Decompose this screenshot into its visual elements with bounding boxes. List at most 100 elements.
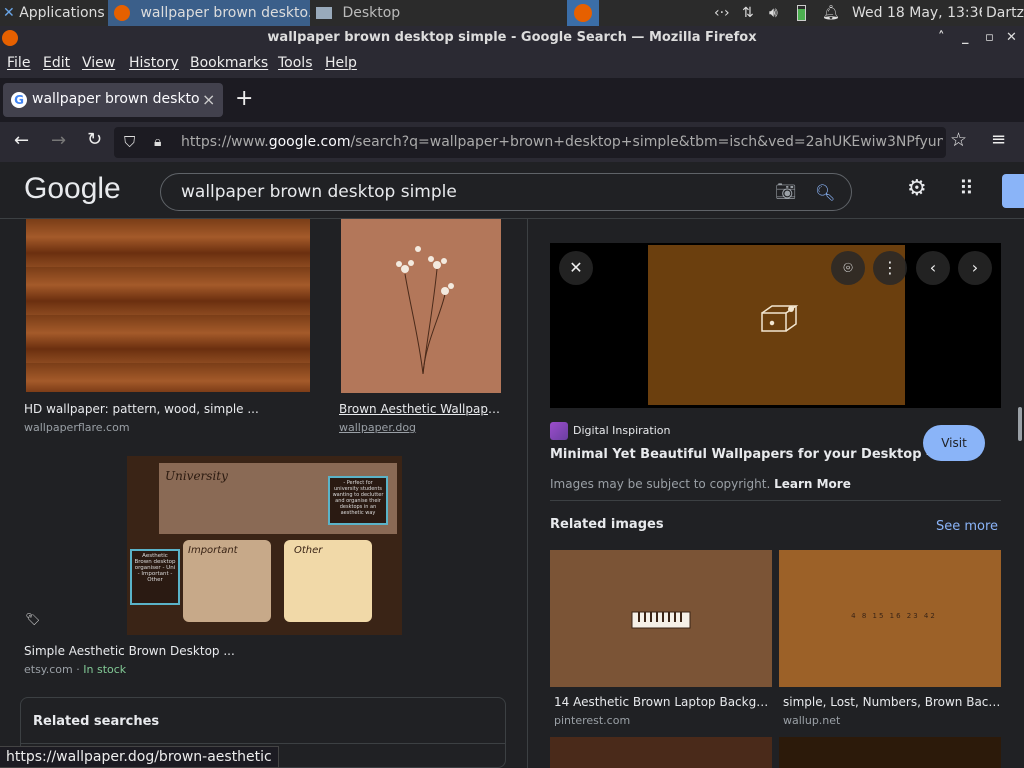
system-taskbar: ✕ Applications wallpaper brown deskto...… xyxy=(0,0,1024,26)
applications-menu[interactable]: ✕ Applications xyxy=(3,0,107,26)
volume-icon[interactable]: 🔊︎ xyxy=(769,0,789,26)
minimize-up-icon[interactable]: ˄ xyxy=(938,26,945,50)
desktop-icon xyxy=(316,7,332,19)
preview-image[interactable] xyxy=(648,245,905,405)
box-illustration xyxy=(761,305,799,332)
result-source[interactable]: wallpaper.dog xyxy=(339,421,416,434)
stock-status: In stock xyxy=(83,663,127,676)
bookmark-star-icon[interactable]: ☆ xyxy=(950,129,967,151)
menu-edit[interactable]: Edit xyxy=(43,55,70,71)
search-input[interactable]: wallpaper brown desktop simple 📷︎ 🔍︎ xyxy=(160,173,852,211)
forward-button-icon[interactable]: → xyxy=(51,130,66,151)
menu-view[interactable]: View xyxy=(82,55,115,71)
search-icon[interactable]: 🔍︎ xyxy=(815,174,835,211)
taskbar-window-firefox[interactable]: wallpaper brown deskto... xyxy=(108,0,310,26)
result-source[interactable]: etsy.com · In stock xyxy=(24,663,126,676)
note-box: - Perfect for university students wantin… xyxy=(328,476,388,525)
scrollbar-thumb[interactable] xyxy=(1018,407,1022,441)
result-caption[interactable]: Simple Aesthetic Brown Desktop ... xyxy=(24,644,284,658)
price-tag-icon: 🏷︎ xyxy=(25,612,41,626)
note-box: Aesthetic Brown desktop organiser - Uni … xyxy=(130,549,180,605)
result-image-organiser[interactable]: University - Perfect for university stud… xyxy=(127,456,402,635)
url-text[interactable]: https://www.google.com/search?q=wallpape… xyxy=(181,127,943,158)
flower-illustration xyxy=(396,246,454,375)
menu-bar: File Edit View History Bookmarks Tools H… xyxy=(0,51,1024,78)
close-icon[interactable]: ✕ xyxy=(559,251,593,285)
related-searches-title: Related searches xyxy=(33,714,160,729)
menu-tools[interactable]: Tools xyxy=(278,55,313,71)
more-options-icon[interactable]: ⋮ xyxy=(873,251,907,285)
related-source[interactable]: pinterest.com xyxy=(554,714,630,727)
result-caption[interactable]: HD wallpaper: pattern, wood, simple ... xyxy=(24,402,314,416)
result-source[interactable]: wallpaperflare.com xyxy=(24,421,130,434)
lock-icon[interactable]: 🔒︎ xyxy=(154,127,161,158)
firefox-icon xyxy=(574,4,592,22)
related-image-partial[interactable] xyxy=(550,737,772,768)
related-image-partial[interactable] xyxy=(779,737,1001,768)
see-more-link[interactable]: See more xyxy=(936,519,998,534)
image-preview-panel: ✕ ⌾ ⋮ ‹ › Digital Inspiration Minimal Ye… xyxy=(527,219,1024,768)
window-title: wallpaper brown desktop simple - Google … xyxy=(267,30,757,45)
tab-title: wallpaper brown desktop xyxy=(32,91,200,107)
related-caption[interactable]: 14 Aesthetic Brown Laptop Backgrou... xyxy=(554,695,772,709)
search-query: wallpaper brown desktop simple xyxy=(181,182,457,202)
result-caption[interactable]: Brown Aesthetic Wallpapers... xyxy=(339,402,503,416)
publisher-name[interactable]: Digital Inspiration xyxy=(573,424,671,437)
result-image-flowers[interactable] xyxy=(341,219,501,393)
user-name[interactable]: Dartz xyxy=(986,0,1024,26)
reload-button-icon[interactable]: ↻ xyxy=(87,129,102,150)
google-favicon-icon: G xyxy=(11,92,27,108)
google-logo[interactable]: Google xyxy=(24,172,121,206)
shield-icon[interactable]: ⛉ xyxy=(124,127,135,158)
app-menu-hamburger-icon[interactable]: ≡ xyxy=(991,129,1006,150)
clock[interactable]: Wed 18 May, 13:36 xyxy=(852,0,982,26)
other-zone: Other xyxy=(284,540,372,622)
next-chevron-icon[interactable]: › xyxy=(958,251,992,285)
visit-button[interactable]: Visit xyxy=(923,425,985,461)
related-image-numbers[interactable]: 4 8 15 16 23 42 xyxy=(779,550,1001,687)
related-image-keyboard[interactable] xyxy=(550,550,772,687)
previous-chevron-icon[interactable]: ‹ xyxy=(916,251,950,285)
menu-history[interactable]: History xyxy=(129,55,179,71)
copyright-notice: Images may be subject to copyright. Lear… xyxy=(550,477,851,491)
close-window-button[interactable]: ✕ xyxy=(1006,26,1017,50)
battery-icon[interactable] xyxy=(797,0,813,26)
taskbar-window-desktop[interactable]: Desktop xyxy=(312,0,508,26)
related-images-title: Related images xyxy=(550,517,664,532)
divider xyxy=(21,743,505,744)
numbers-text: 4 8 15 16 23 42 xyxy=(851,612,937,620)
back-button-icon[interactable]: ← xyxy=(14,130,29,151)
transfer-arrows-icon[interactable]: ⇅ xyxy=(742,0,762,26)
firefox-launcher[interactable] xyxy=(567,0,599,26)
sign-in-button[interactable] xyxy=(1002,174,1024,208)
related-source[interactable]: wallup.net xyxy=(783,714,840,727)
network-icon[interactable]: ‹·› xyxy=(714,0,734,26)
menu-help[interactable]: Help xyxy=(325,55,357,71)
keyboard-illustration xyxy=(631,611,691,629)
related-caption[interactable]: simple, Lost, Numbers, Brown Backgr... xyxy=(783,695,1001,709)
learn-more-link[interactable]: Learn More xyxy=(774,477,851,491)
minimize-button[interactable]: _ xyxy=(962,26,969,50)
maximize-button[interactable]: ▫ xyxy=(985,26,994,50)
result-image-wood[interactable] xyxy=(26,219,310,392)
xfce-logo-icon: ✕ xyxy=(3,5,15,21)
divider xyxy=(550,500,1001,501)
apps-grid-icon[interactable]: ⠿ xyxy=(959,176,974,200)
firefox-icon xyxy=(114,5,130,21)
preview-title[interactable]: Minimal Yet Beautiful Wallpapers for you… xyxy=(550,447,946,462)
window-title-bar: wallpaper brown desktop simple - Google … xyxy=(0,26,1024,51)
camera-icon[interactable]: 📷︎ xyxy=(775,174,797,211)
url-bar[interactable]: ⛉ 🔒︎ https://www.google.com/search?q=wal… xyxy=(114,127,946,158)
status-bar-url: https://wallpaper.dog/brown-aesthetic xyxy=(0,746,279,768)
tab-close-icon[interactable]: × xyxy=(202,90,215,109)
important-zone: Important xyxy=(183,540,271,622)
notification-bell-icon[interactable]: 🔔︎ xyxy=(822,0,840,26)
preview-frame: ✕ ⌾ ⋮ ‹ › xyxy=(550,243,1001,408)
tab-google-search[interactable]: G wallpaper brown desktop × xyxy=(3,83,223,117)
new-tab-button[interactable]: + xyxy=(235,86,253,111)
lens-search-icon[interactable]: ⌾ xyxy=(831,251,865,285)
menu-bookmarks[interactable]: Bookmarks xyxy=(190,55,268,71)
firefox-icon xyxy=(2,30,18,46)
menu-file[interactable]: File xyxy=(7,55,30,71)
settings-gear-icon[interactable]: ⚙ xyxy=(907,176,927,201)
